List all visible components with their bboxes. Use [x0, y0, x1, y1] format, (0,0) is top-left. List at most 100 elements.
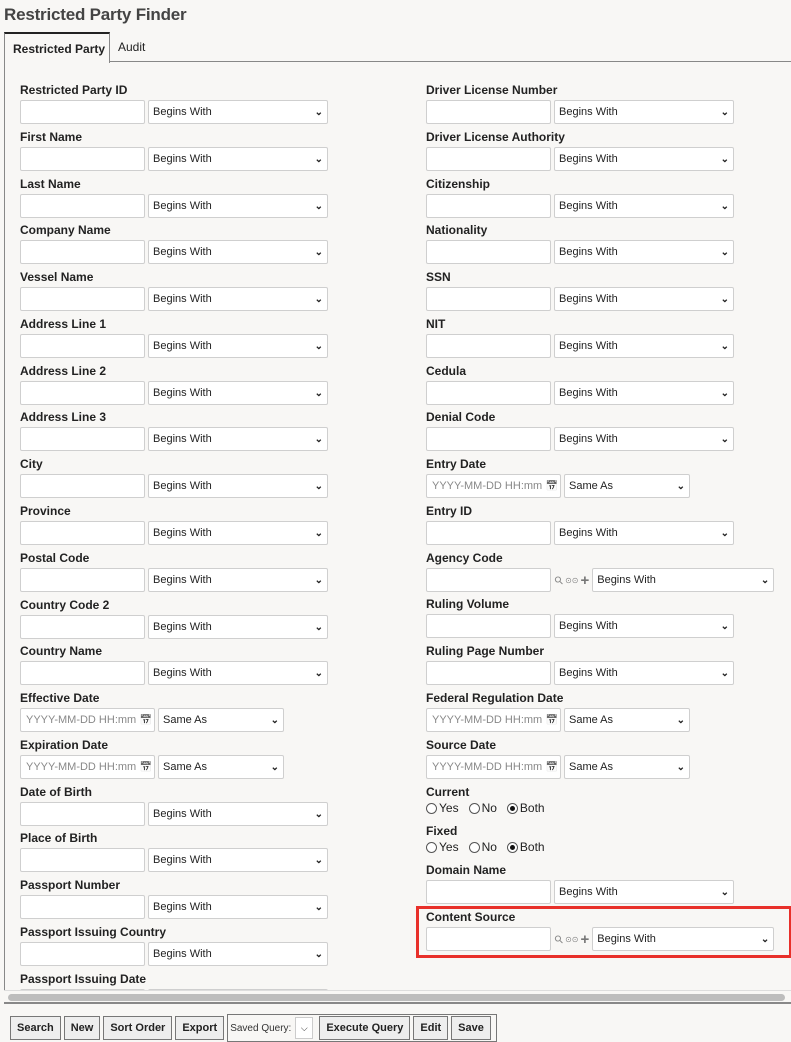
operator-select[interactable]: Begins With ⌄: [554, 334, 734, 358]
operator-select[interactable]: Begins With ⌄: [554, 521, 734, 545]
new-button[interactable]: New: [63, 1016, 101, 1040]
text-input[interactable]: [20, 942, 145, 966]
horizontal-scrollbar[interactable]: [4, 990, 791, 1004]
operator-select[interactable]: Begins With ⌄: [148, 521, 328, 545]
text-input[interactable]: [426, 521, 551, 545]
text-input[interactable]: [20, 661, 145, 685]
calendar-icon[interactable]: 📅: [140, 762, 152, 773]
operator-select[interactable]: Begins With ⌄: [554, 100, 734, 124]
operator-select[interactable]: Begins With ⌄: [554, 194, 734, 218]
operator-select[interactable]: Begins With ⌄: [148, 568, 328, 592]
operator-select[interactable]: Same As ⌄: [158, 755, 284, 779]
calendar-icon[interactable]: 📅: [546, 715, 558, 726]
text-input[interactable]: [20, 194, 145, 218]
radio-button[interactable]: [506, 841, 518, 853]
text-input[interactable]: [20, 334, 145, 358]
operator-select[interactable]: Begins With ⌄: [148, 287, 328, 311]
text-input[interactable]: [426, 194, 551, 218]
date-input[interactable]: YYYY-MM-DD HH:mm 📅: [20, 708, 155, 732]
operator-select[interactable]: Begins With ⌄: [148, 334, 328, 358]
text-input[interactable]: [20, 287, 145, 311]
edit-button[interactable]: Edit: [413, 1016, 449, 1040]
operator-select[interactable]: Begins With ⌄: [148, 802, 328, 826]
radio-no[interactable]: No: [468, 801, 497, 815]
operator-select[interactable]: Begins With ⌄: [148, 381, 328, 405]
operator-select[interactable]: Begins With ⌄: [554, 614, 734, 638]
saved-query-select[interactable]: ⌵: [295, 1017, 314, 1039]
glasses-icon[interactable]: ⊙⊙: [565, 576, 578, 585]
text-input[interactable]: [426, 334, 551, 358]
radio-yes[interactable]: Yes: [426, 840, 459, 854]
date-input[interactable]: YYYY-MM-DD HH:mm 📅: [426, 708, 561, 732]
tab-restricted-party[interactable]: Restricted Party: [4, 32, 110, 63]
calendar-icon[interactable]: 📅: [546, 762, 558, 773]
operator-select[interactable]: Begins With ⌄: [554, 240, 734, 264]
export-button[interactable]: Export: [175, 1016, 225, 1040]
operator-select[interactable]: Same As ⌄: [564, 474, 690, 498]
operator-select[interactable]: Same As ⌄: [158, 708, 284, 732]
radio-button[interactable]: [468, 841, 480, 853]
text-input[interactable]: [20, 240, 145, 264]
text-input[interactable]: [20, 100, 145, 124]
text-input[interactable]: [20, 895, 145, 919]
text-input[interactable]: [426, 880, 551, 904]
radio-button[interactable]: [426, 841, 437, 853]
operator-select[interactable]: Begins With ⌄: [148, 942, 328, 966]
radio-both[interactable]: Both: [506, 840, 545, 854]
operator-select[interactable]: Begins With ⌄: [554, 880, 734, 904]
operator-select[interactable]: Begins With ⌄: [554, 381, 734, 405]
operator-select[interactable]: Begins With ⌄: [148, 427, 328, 451]
operator-select[interactable]: Begins With ⌄: [148, 848, 328, 872]
text-input[interactable]: [426, 287, 551, 311]
text-input[interactable]: [20, 615, 145, 639]
text-input[interactable]: [20, 802, 145, 826]
operator-select[interactable]: Begins With ⌄: [148, 100, 328, 124]
radio-both[interactable]: Both: [506, 801, 545, 815]
text-input[interactable]: [426, 381, 551, 405]
operator-select[interactable]: Begins With ⌄: [148, 661, 328, 685]
text-input[interactable]: [20, 381, 145, 405]
text-input[interactable]: [426, 147, 551, 171]
radio-yes[interactable]: Yes: [426, 801, 459, 815]
radio-no[interactable]: No: [468, 840, 497, 854]
operator-select[interactable]: Begins With ⌄: [148, 240, 328, 264]
operator-select[interactable]: Begins With ⌄: [148, 194, 328, 218]
text-input[interactable]: [20, 474, 145, 498]
text-input[interactable]: [426, 427, 551, 451]
operator-select[interactable]: Same As ⌄: [564, 708, 690, 732]
text-input[interactable]: [20, 147, 145, 171]
plus-icon[interactable]: +: [580, 572, 589, 589]
date-input[interactable]: YYYY-MM-DD HH:mm 📅: [20, 755, 155, 779]
operator-select[interactable]: Begins With ⌄: [148, 474, 328, 498]
operator-select[interactable]: Begins With ⌄: [554, 287, 734, 311]
operator-select[interactable]: Begins With ⌄: [592, 568, 775, 592]
save-button[interactable]: Save: [451, 1016, 491, 1040]
text-input[interactable]: [20, 521, 145, 545]
radio-button[interactable]: [468, 802, 480, 814]
operator-select[interactable]: Begins With ⌄: [148, 895, 328, 919]
operator-select[interactable]: Same As ⌄: [564, 755, 690, 779]
date-input[interactable]: YYYY-MM-DD HH:mm 📅: [426, 755, 561, 779]
text-input[interactable]: [20, 848, 145, 872]
text-input[interactable]: [426, 240, 551, 264]
calendar-icon[interactable]: 📅: [546, 481, 558, 492]
tab-audit[interactable]: Audit: [118, 32, 145, 63]
operator-select[interactable]: Begins With ⌄: [148, 615, 328, 639]
date-input[interactable]: YYYY-MM-DD HH:mm 📅: [426, 474, 561, 498]
calendar-icon[interactable]: 📅: [140, 715, 152, 726]
sort-order-button[interactable]: Sort Order: [103, 1016, 173, 1040]
radio-button[interactable]: [426, 802, 437, 814]
text-input[interactable]: [426, 614, 551, 638]
search-button[interactable]: Search: [10, 1016, 61, 1040]
text-input[interactable]: [426, 100, 551, 124]
execute-query-button[interactable]: Execute Query: [319, 1016, 411, 1040]
scrollbar-thumb[interactable]: [8, 994, 785, 1001]
text-input[interactable]: [426, 568, 551, 592]
operator-select[interactable]: Begins With ⌄: [148, 147, 328, 171]
operator-select[interactable]: Begins With ⌄: [554, 427, 734, 451]
text-input[interactable]: [20, 427, 145, 451]
radio-button[interactable]: [506, 802, 518, 814]
text-input[interactable]: [426, 661, 551, 685]
operator-select[interactable]: Begins With ⌄: [554, 147, 734, 171]
operator-select[interactable]: Begins With ⌄: [554, 661, 734, 685]
